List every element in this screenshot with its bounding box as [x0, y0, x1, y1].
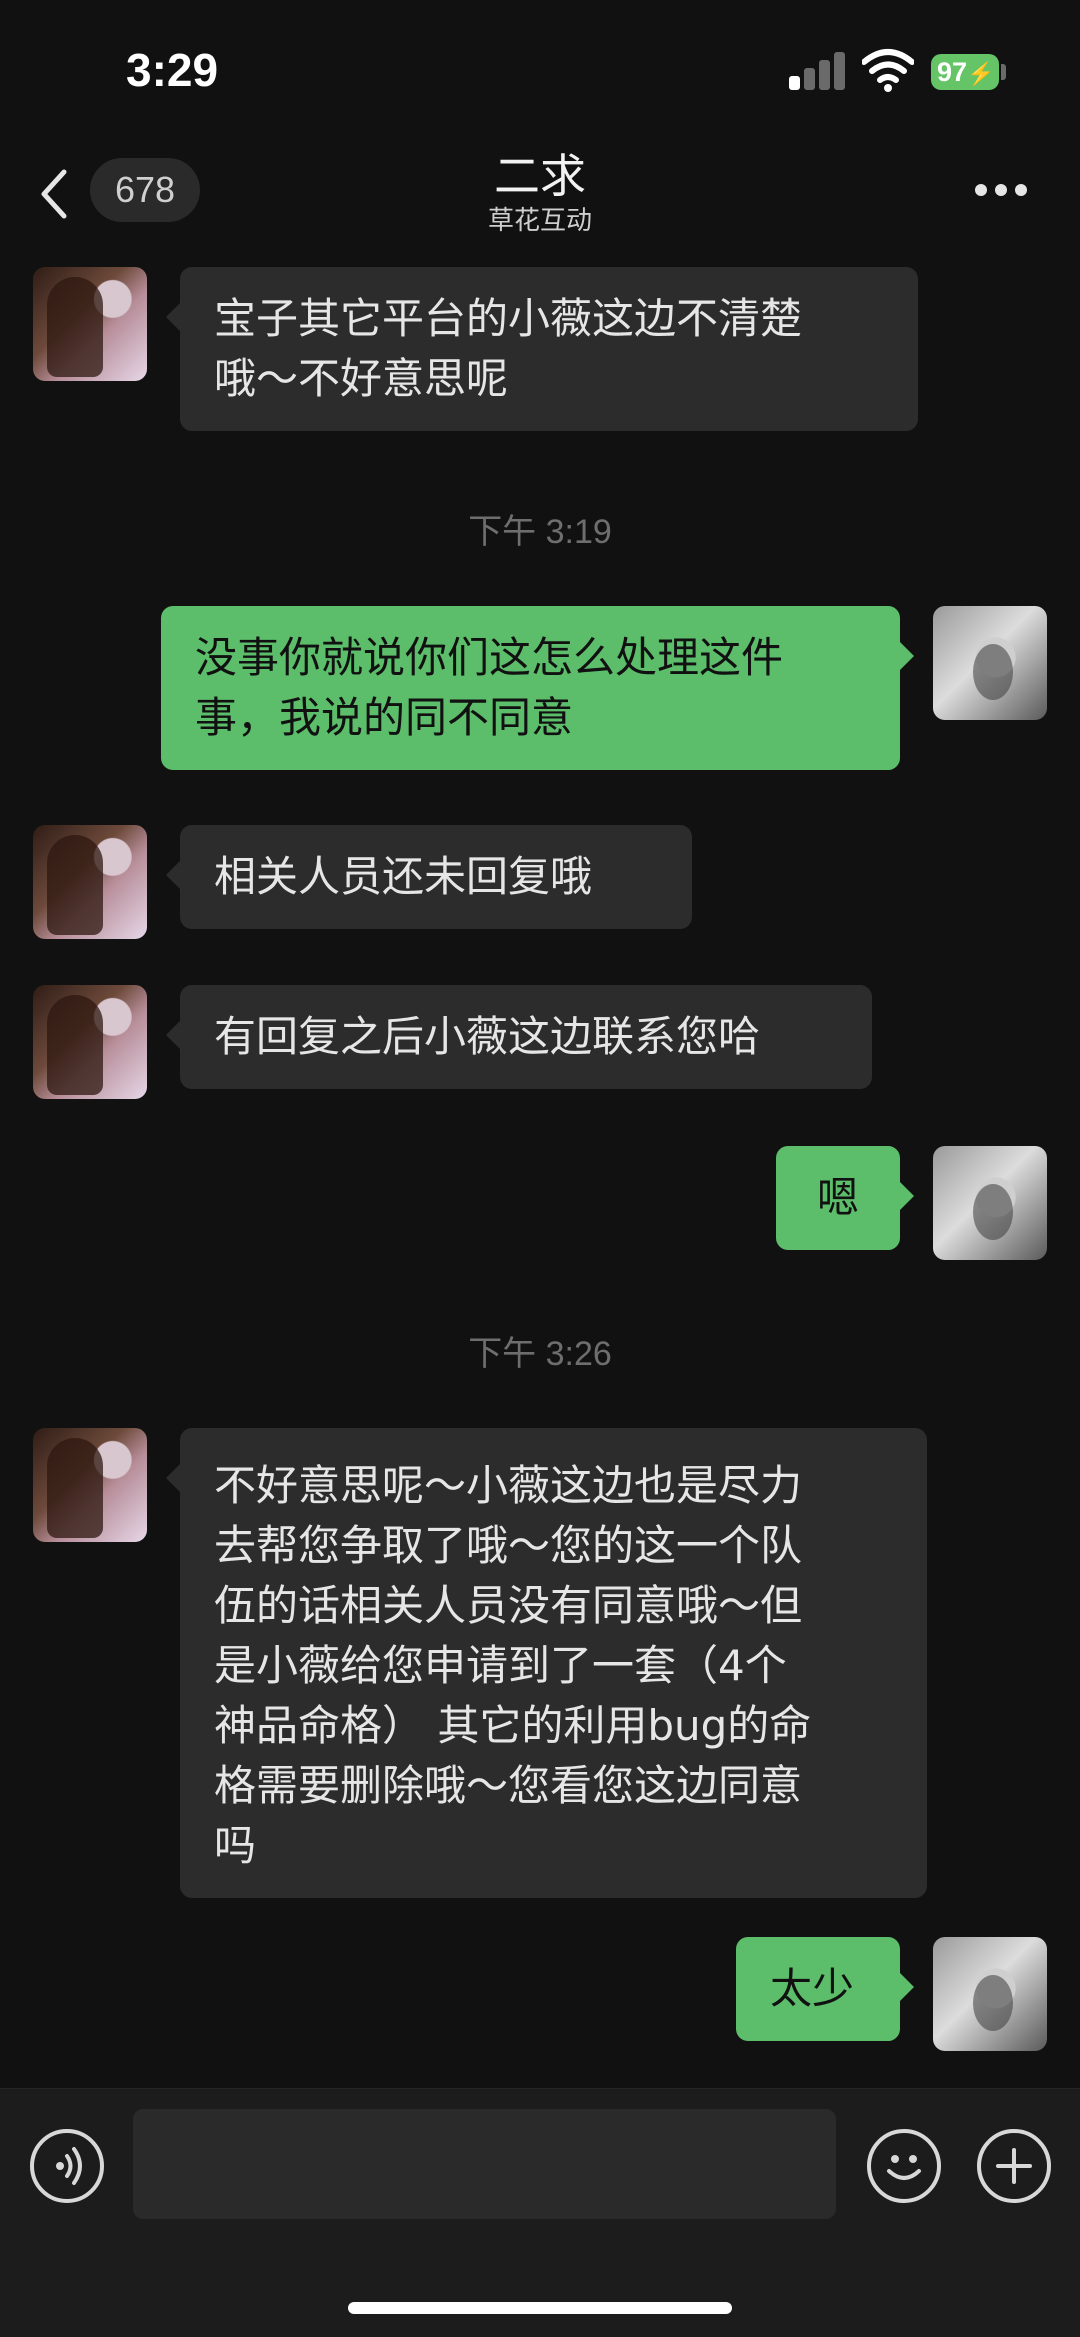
contact-avatar[interactable]: [33, 267, 147, 381]
charging-icon: ⚡: [967, 61, 995, 86]
more-options-icon[interactable]: [973, 180, 1029, 200]
contact-avatar[interactable]: [33, 1428, 147, 1542]
emoji-icon[interactable]: [867, 2129, 941, 2203]
chat-screen: 3:29 97⚡ 678 二求 草花互动 宝子其它平台的小薇这边不清楚 哦～不好…: [0, 0, 1080, 2337]
signal-icon: [789, 52, 845, 90]
user-avatar[interactable]: [933, 1937, 1047, 2051]
incoming-message[interactable]: 有回复之后小薇这边联系您哈: [166, 985, 872, 1089]
message-timestamp: 下午 3:26: [468, 1335, 612, 1373]
user-avatar[interactable]: [933, 606, 1047, 720]
input-bar: [0, 2088, 1080, 2337]
outgoing-message[interactable]: 嗯: [776, 1146, 914, 1250]
plus-icon[interactable]: [977, 2129, 1051, 2203]
user-avatar[interactable]: [933, 1146, 1047, 1260]
add-more-icon: [996, 2148, 1032, 2184]
contact-avatar[interactable]: [33, 985, 147, 1099]
outgoing-message[interactable]: 没事你就说你们这怎么处理这件 事，我说的同不同意: [161, 606, 914, 770]
message-timestamp: 下午 3:19: [468, 513, 612, 551]
battery-indicator: 97⚡: [931, 54, 999, 90]
voice-icon[interactable]: [30, 2129, 104, 2203]
battery-level: 97: [937, 57, 968, 87]
chat-header: 678 二求 草花互动: [0, 140, 1080, 252]
incoming-message[interactable]: 相关人员还未回复哦: [166, 825, 692, 929]
smiley-face-icon: [887, 2155, 921, 2180]
status-time: 3:29: [126, 44, 219, 96]
voice-wave-icon: [56, 2147, 82, 2185]
home-indicator[interactable]: [348, 2302, 732, 2314]
outgoing-message[interactable]: 太少: [736, 1937, 914, 2041]
message-input[interactable]: [133, 2109, 836, 2219]
chat-subtitle: 草花互动: [487, 206, 592, 236]
battery-tip: [1001, 64, 1006, 80]
incoming-message[interactable]: 不好意思呢～小薇这边也是尽力 去帮您争取了哦～您的这一个队 伍的话相关人员没有同…: [166, 1428, 927, 1898]
wifi-icon: [862, 49, 914, 92]
incoming-message[interactable]: 宝子其它平台的小薇这边不清楚 哦～不好意思呢: [166, 267, 918, 431]
contact-avatar[interactable]: [33, 825, 147, 939]
chat-title: 二求: [494, 149, 586, 203]
